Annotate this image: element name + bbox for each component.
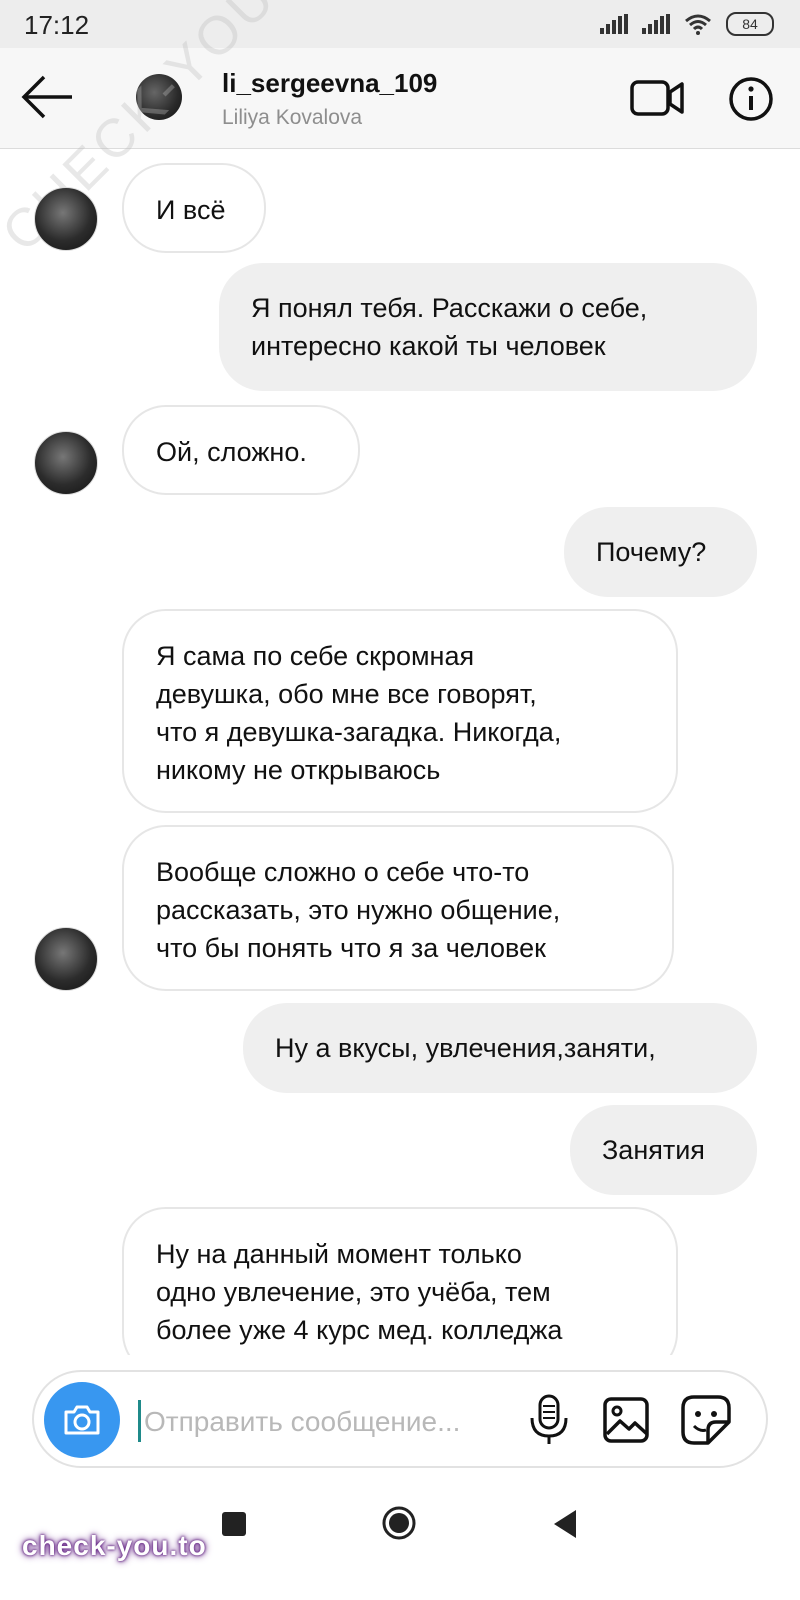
sticker-icon[interactable] [680, 1394, 732, 1446]
message-bubble-incoming[interactable]: И всё [122, 163, 266, 253]
signal-icon [600, 14, 628, 34]
sender-avatar[interactable] [34, 431, 98, 495]
camera-button[interactable] [44, 1382, 120, 1458]
microphone-icon[interactable] [524, 1394, 574, 1446]
message-input[interactable] [142, 1396, 546, 1448]
status-time: 17:12 [24, 10, 90, 40]
message-bubble-outgoing[interactable]: Я понял тебя. Расскажи о себе, интересно… [219, 263, 757, 391]
message-bubble-incoming[interactable]: Ну на данный момент только одно увлечени… [122, 1207, 678, 1355]
header-username[interactable]: li_sergeevna_109 [222, 68, 437, 99]
video-camera-icon[interactable] [630, 78, 686, 118]
image-icon[interactable] [602, 1396, 650, 1444]
message-bubble-incoming[interactable]: Ой, сложно. [122, 405, 360, 495]
sender-avatar[interactable] [34, 187, 98, 251]
message-bubble-outgoing[interactable]: Занятия [570, 1105, 757, 1195]
message-bubble-outgoing[interactable]: Почему? [564, 507, 757, 597]
battery-indicator: 84 [726, 12, 774, 36]
message-bubble-outgoing[interactable]: Ну а вкусы, увлечения,заняти, [243, 1003, 757, 1093]
header-fullname: Liliya Kovalova [222, 106, 363, 129]
message-list[interactable]: И всё Я понял тебя. Расскажи о себе, инт… [0, 149, 800, 1355]
home-icon[interactable] [382, 1506, 416, 1540]
message-bubble-incoming[interactable]: Я сама по себе скромная девушка, обо мне… [122, 609, 678, 813]
back-triangle-icon[interactable] [550, 1508, 580, 1540]
info-icon[interactable] [728, 76, 774, 122]
message-composer [32, 1370, 768, 1468]
status-icons: 84 [600, 12, 774, 36]
arrow-left-icon[interactable] [18, 72, 78, 122]
header-avatar[interactable] [136, 74, 182, 120]
chat-header: li_sergeevna_109 Liliya Kovalova [0, 48, 800, 149]
camera-icon [64, 1405, 100, 1435]
signal-icon [642, 14, 670, 34]
recents-icon[interactable] [222, 1512, 246, 1536]
sender-avatar[interactable] [34, 927, 98, 991]
brand-watermark: check-you.to [22, 1530, 207, 1561]
text-cursor [138, 1400, 141, 1442]
wifi-icon [685, 14, 711, 35]
message-bubble-incoming[interactable]: Вообще сложно о себе что-то рассказать, … [122, 825, 674, 991]
status-bar: 17:12 84 [0, 0, 800, 48]
